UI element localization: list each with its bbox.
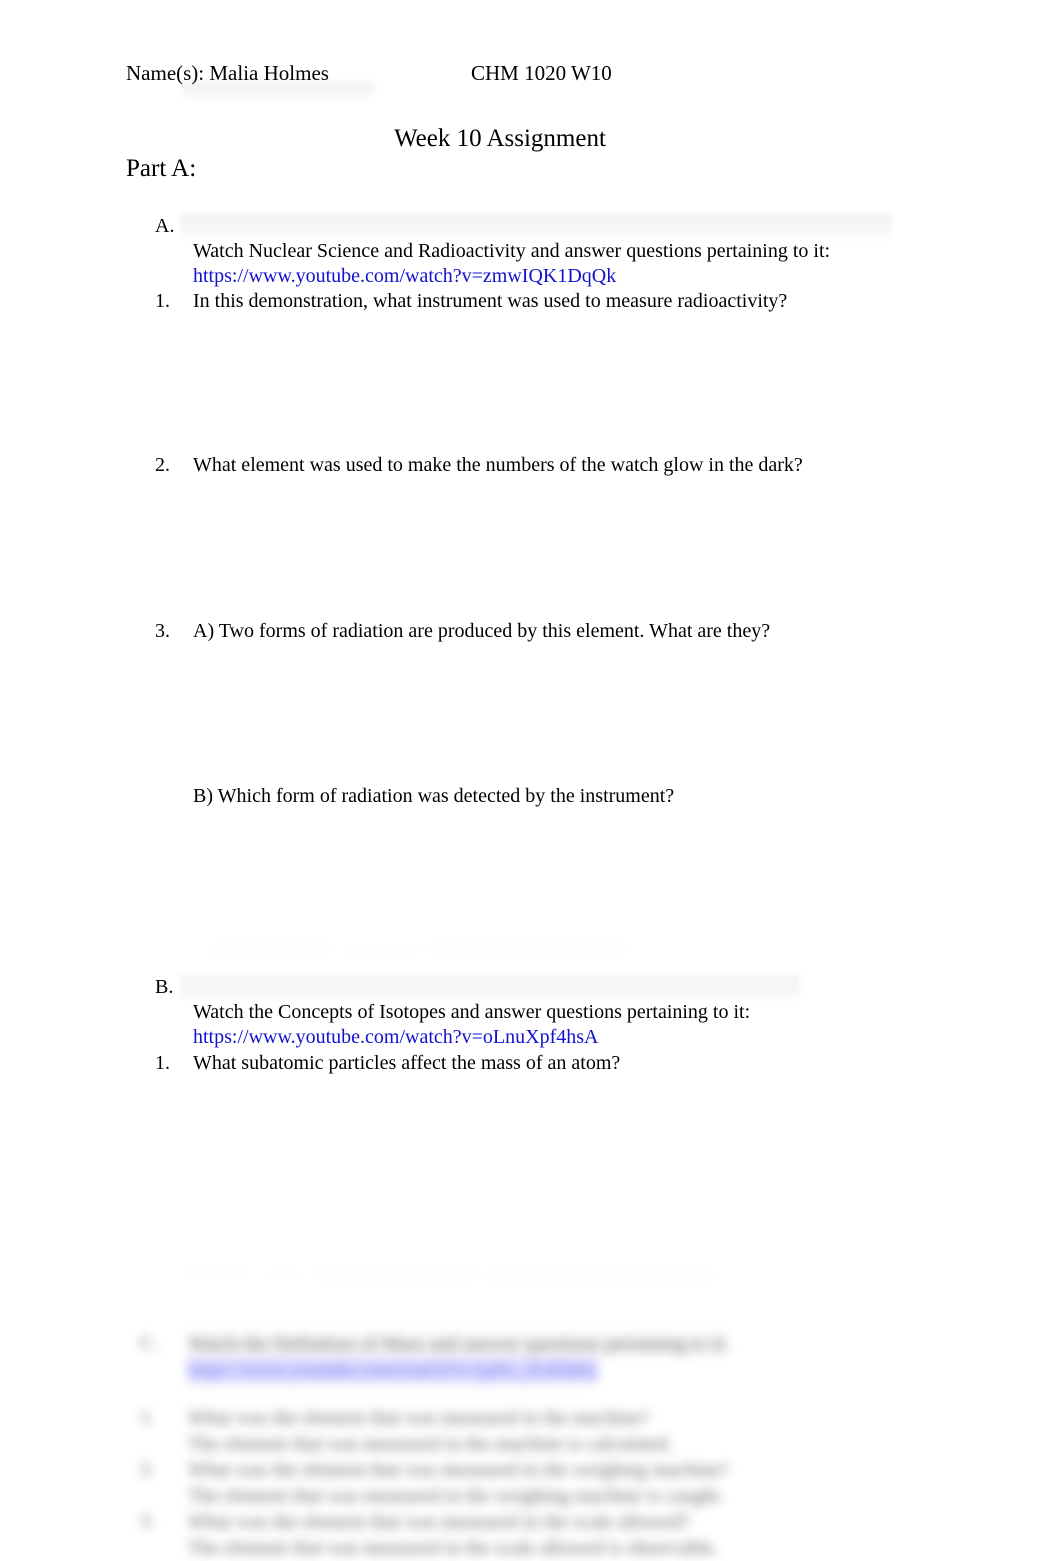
section-a: A. Watch Nuclear Science and Radioactivi… — [155, 214, 915, 289]
question-a2-text: What element was used to make the number… — [193, 454, 803, 476]
question-a3-part-b: B) Which form of radiation was detected … — [155, 784, 915, 809]
section-b: B. Watch the Concepts of Isotopes and an… — [155, 975, 915, 1050]
question-a3-part-b-text: B) Which form of radiation was detected … — [193, 785, 675, 807]
blurred-line-3: What was the element that was measured i… — [188, 1407, 650, 1429]
smudge-line-6 — [316, 1273, 476, 1276]
blurred-marker-2: 2. — [140, 1458, 155, 1480]
question-a2-marker: 2. — [155, 454, 170, 476]
question-a1: 1. In this demonstration, what instrumen… — [155, 289, 915, 314]
question-b1-marker: 1. — [155, 1052, 170, 1074]
section-b-text: Watch the Concepts of Isotopes and answe… — [193, 1001, 751, 1023]
part-a-label: Part A: — [126, 155, 197, 182]
section-b-link[interactable]: https://www.youtube.com/watch?v=oLnuXpf4… — [193, 1025, 915, 1050]
blurred-line-1: Watch the Definition of Mass and answer … — [188, 1333, 729, 1355]
section-a-text: Watch Nuclear Science and Radioactivity … — [193, 240, 831, 262]
blurred-line-8: The element that was measured in the sca… — [188, 1537, 719, 1559]
question-a1-marker: 1. — [155, 290, 170, 312]
question-a3-part-a: 3. A) Two forms of radiation are produce… — [155, 619, 915, 644]
blurred-marker-c: C. — [140, 1332, 159, 1354]
question-a3-marker: 3. — [155, 620, 170, 642]
section-b-marker: B. — [155, 976, 174, 998]
blurred-line-5: What was the element that was measured i… — [188, 1459, 729, 1481]
blurred-line-7: What was the element that was measured i… — [188, 1511, 691, 1533]
smudge-line-4 — [186, 1273, 246, 1276]
smudge-line-3 — [430, 948, 626, 951]
blurred-line-4: The element that was measured in the mac… — [188, 1433, 673, 1455]
question-b1-text: What subatomic particles affect the mass… — [193, 1052, 621, 1074]
blurred-link: https://www.youtube.com/watch?v=jqNc_IGK… — [188, 1358, 597, 1383]
student-name-field: Name(s): Malia Holmes — [126, 61, 329, 85]
section-a-marker: A. — [155, 215, 175, 237]
course-code: CHM 1020 W10 — [471, 61, 612, 85]
question-a2: 2. What element was used to make the num… — [155, 453, 915, 478]
smudge-line-7 — [486, 1273, 714, 1276]
document-header: Name(s): Malia Holmes CHM 1020 W10 — [126, 60, 946, 104]
document-page: Name(s): Malia Holmes CHM 1020 W10 Week … — [0, 0, 1062, 1561]
blurred-marker-1: 1. — [140, 1406, 155, 1428]
section-a-link[interactable]: https://www.youtube.com/watch?v=zmwIQK1D… — [193, 264, 915, 289]
blurred-marker-3: 3. — [140, 1510, 155, 1532]
smudge-line-2 — [345, 948, 420, 951]
smudge-line-5 — [268, 1273, 300, 1276]
blurred-line-6: The element that was measured in the wei… — [188, 1485, 724, 1507]
page-title: Week 10 Assignment — [394, 125, 606, 152]
blurred-footer-block: C. Watch the Definition of Mass and answ… — [126, 1318, 916, 1561]
question-b1: 1. What subatomic particles affect the m… — [155, 1051, 915, 1076]
smudge-line-1 — [210, 948, 330, 951]
question-a3-part-a-text: A) Two forms of radiation are produced b… — [193, 620, 771, 642]
question-a1-text: In this demonstration, what instrument w… — [193, 290, 788, 312]
